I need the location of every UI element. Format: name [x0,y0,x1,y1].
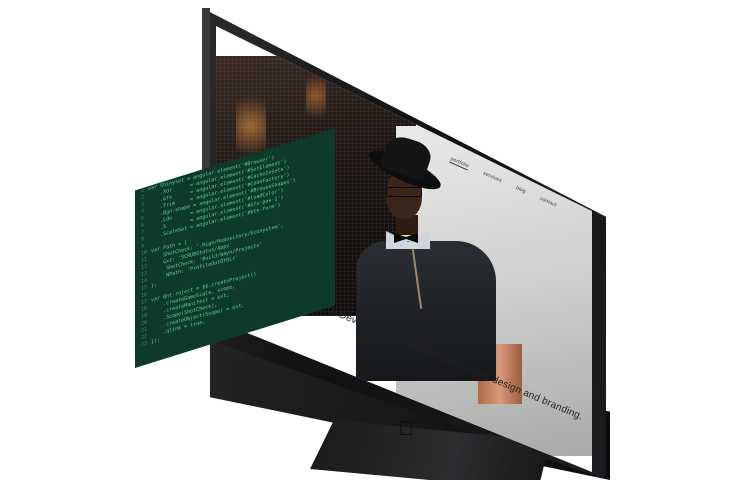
line-number: 5 [141,215,145,222]
line-number: 2 [141,194,145,201]
line-number: 9 [141,243,145,250]
code-text: }); [151,337,161,346]
line-number: 7 [141,229,145,236]
line-number: 4 [141,208,145,215]
jacket [356,241,496,381]
line-number: 3 [141,201,145,208]
glasses [386,187,422,197]
line-number: 6 [141,222,145,229]
hamburger-menu-icon[interactable] [268,58,280,66]
code-text: }; [151,281,158,290]
apple-logo-icon:  [396,418,416,440]
code-lines: 1 var Shinyset = angular.element('#Browse… [141,149,296,349]
line-number: 1 [141,187,145,194]
line-number: 8 [141,236,145,243]
device-mockup:  portfolio services blog contact We ar [0,0,750,480]
line-number: 23 [141,340,148,348]
